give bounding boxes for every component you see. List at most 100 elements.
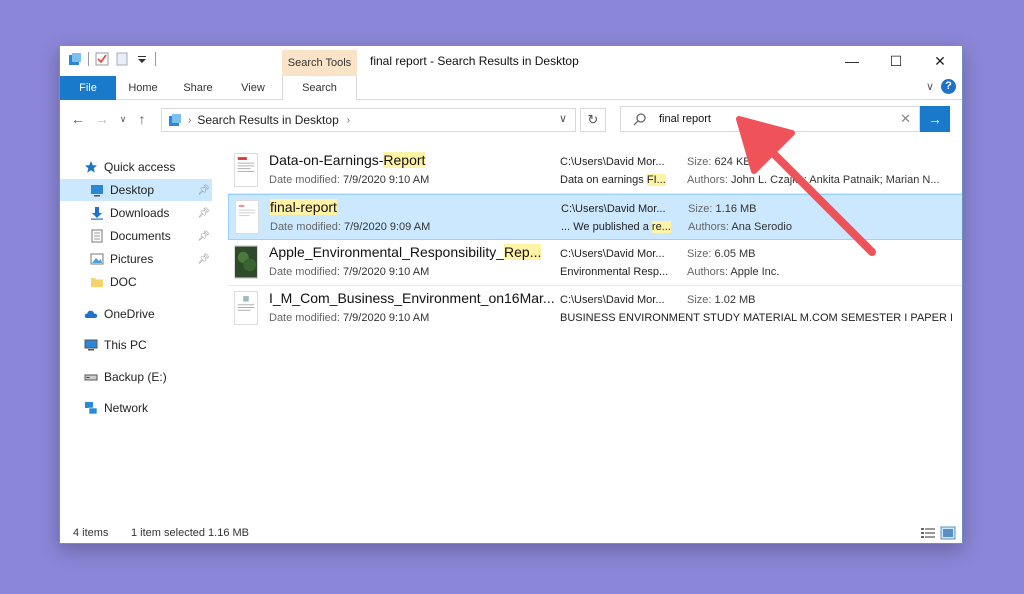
tab-home[interactable]: Home bbox=[118, 76, 168, 100]
file-name[interactable]: final-report bbox=[270, 199, 337, 215]
details-view-icon[interactable] bbox=[920, 526, 936, 540]
recent-locations-button[interactable]: ∨ bbox=[116, 108, 130, 130]
snippet-text: BUSINESS ENVIRONMENT STUDY MATERIAL M.CO… bbox=[560, 312, 952, 324]
toolbar-separator bbox=[88, 52, 89, 66]
date-value: 7/9/2020 9:10 AM bbox=[343, 174, 429, 186]
item-count: 4 items bbox=[73, 527, 108, 539]
tab-file[interactable]: File bbox=[60, 76, 116, 100]
tab-share[interactable]: Share bbox=[172, 76, 224, 100]
sidebar-item-documents[interactable]: Documents 📌︎ bbox=[60, 225, 212, 247]
file-name-text: I_M_Com_Business_Environment_on16Mar... bbox=[269, 290, 555, 306]
snippet-text: ... We published a bbox=[561, 221, 652, 233]
pin-icon[interactable]: 📌︎ bbox=[197, 208, 210, 219]
size-label: Size: bbox=[687, 156, 711, 168]
snippet-text: Data on earnings bbox=[560, 174, 647, 186]
toolbar-separator bbox=[155, 52, 156, 66]
file-authors: Authors: Apple Inc. bbox=[687, 266, 779, 278]
authors-value: John L. Czajka; Ankita Patnaik; Marian N… bbox=[731, 174, 940, 186]
content-snippet: BUSINESS ENVIRONMENT STUDY MATERIAL M.CO… bbox=[560, 312, 952, 324]
file-name[interactable]: I_M_Com_Business_Environment_on16Mar... bbox=[269, 290, 555, 306]
file-name[interactable]: Apple_Environmental_Responsibility_Rep..… bbox=[269, 244, 541, 260]
back-button[interactable]: ← bbox=[68, 108, 88, 130]
sidebar-item-doc[interactable]: DOC bbox=[60, 271, 212, 293]
date-modified: Date modified: 7/9/2020 9:10 AM bbox=[269, 266, 429, 278]
sidebar-item-network[interactable]: Network bbox=[60, 397, 212, 419]
list-item[interactable]: final-report Date modified: 7/9/2020 9:0… bbox=[228, 194, 963, 240]
list-item[interactable]: Apple_Environmental_Responsibility_Rep..… bbox=[228, 240, 963, 286]
content-snippet: Environmental Resp... bbox=[560, 266, 668, 278]
search-results-icon bbox=[168, 113, 182, 127]
date-label: Date modified: bbox=[270, 221, 341, 233]
size-label: Size: bbox=[688, 203, 712, 215]
tab-search[interactable]: Search bbox=[282, 76, 357, 100]
large-icons-view-icon[interactable] bbox=[940, 526, 956, 540]
refresh-button[interactable]: ↻ bbox=[580, 108, 606, 132]
ribbon-expand-chevron-icon[interactable]: ∨ bbox=[926, 80, 934, 93]
clear-search-icon[interactable]: ✕ bbox=[900, 111, 911, 127]
navigation-pane-scrollbar[interactable] bbox=[212, 146, 220, 516]
file-location: C:\Users\David Mor... bbox=[560, 248, 665, 260]
chevron-down-icon: ∨ bbox=[120, 114, 127, 124]
file-location: C:\Users\David Mor... bbox=[560, 156, 665, 168]
address-path[interactable]: Search Results in Desktop bbox=[197, 113, 338, 127]
minimize-button[interactable]: — bbox=[830, 46, 874, 76]
sidebar-item-label: Downloads bbox=[110, 206, 169, 220]
search-box[interactable]: final report ✕ bbox=[620, 106, 920, 132]
desktop-icon bbox=[90, 183, 104, 197]
breadcrumb-chevron-icon: › bbox=[347, 115, 350, 126]
sidebar-item-label: Backup (E:) bbox=[104, 370, 167, 384]
star-icon bbox=[84, 160, 98, 174]
size-label: Size: bbox=[687, 294, 711, 306]
list-item[interactable]: Data-on-Earnings-Report Date modified: 7… bbox=[228, 148, 963, 194]
refresh-icon: ↻ bbox=[588, 112, 599, 127]
properties-icon[interactable] bbox=[95, 52, 109, 66]
file-authors: Authors: Ana Serodio bbox=[688, 221, 792, 233]
pin-icon[interactable]: 📌︎ bbox=[197, 185, 210, 196]
list-item[interactable]: I_M_Com_Business_Environment_on16Mar... … bbox=[228, 286, 963, 332]
address-bar[interactable]: › Search Results in Desktop › ∨ bbox=[161, 108, 576, 132]
file-name[interactable]: Data-on-Earnings-Report bbox=[269, 152, 425, 168]
sidebar-item-onedrive[interactable]: OneDrive bbox=[60, 303, 212, 325]
customize-toolbar-icon[interactable] bbox=[135, 52, 149, 66]
new-folder-icon[interactable] bbox=[115, 52, 129, 66]
file-location: C:\Users\David Mor... bbox=[560, 294, 665, 306]
sidebar-item-desktop[interactable]: Desktop 📌︎ bbox=[60, 179, 212, 201]
pin-icon[interactable]: 📌︎ bbox=[197, 231, 210, 242]
sidebar-item-label: Network bbox=[104, 401, 148, 415]
authors-label: Authors: bbox=[687, 266, 728, 278]
sidebar-item-label: Documents bbox=[110, 229, 171, 243]
maximize-button[interactable]: ☐ bbox=[874, 46, 918, 76]
pdf-thumbnail-icon bbox=[234, 245, 258, 279]
file-authors: Authors: John L. Czajka; Ankita Patnaik;… bbox=[687, 174, 940, 186]
up-button[interactable]: ↑ bbox=[132, 108, 152, 130]
help-icon[interactable]: ? bbox=[941, 79, 956, 94]
search-input[interactable]: final report bbox=[659, 113, 711, 125]
sidebar-item-label: Desktop bbox=[110, 183, 154, 197]
search-match-highlight: re... bbox=[652, 221, 671, 233]
address-dropdown-icon[interactable]: ∨ bbox=[559, 112, 567, 125]
arrow-right-icon: → bbox=[928, 111, 942, 127]
forward-button[interactable]: → bbox=[92, 108, 112, 130]
download-icon bbox=[90, 206, 104, 220]
date-modified: Date modified: 7/9/2020 9:10 AM bbox=[269, 174, 429, 186]
ribbon-tabs: File Home Share View Search bbox=[60, 76, 962, 100]
sidebar-item-pictures[interactable]: Pictures 📌︎ bbox=[60, 248, 212, 270]
authors-label: Authors: bbox=[687, 174, 728, 186]
close-button[interactable]: ✕ bbox=[918, 46, 962, 76]
window-title: final report - Search Results in Desktop bbox=[370, 46, 579, 76]
pictures-icon bbox=[90, 252, 104, 266]
file-name-text: Apple_Environmental_Responsibility_ bbox=[269, 244, 504, 260]
file-name-text: Data-on-Earnings- bbox=[269, 152, 383, 168]
search-go-button[interactable]: → bbox=[920, 106, 950, 132]
sidebar-item-quick-access[interactable]: Quick access bbox=[60, 156, 212, 178]
tab-view[interactable]: View bbox=[228, 76, 278, 100]
size-value: 6.05 MB bbox=[715, 248, 756, 260]
pin-icon[interactable]: 📌︎ bbox=[197, 254, 210, 265]
sidebar-item-this-pc[interactable]: This PC bbox=[60, 334, 212, 356]
selection-info: 1 item selected 1.16 MB bbox=[131, 527, 249, 539]
search-match-highlight: Report bbox=[383, 152, 425, 168]
date-label: Date modified: bbox=[269, 174, 340, 186]
sidebar-item-backup[interactable]: Backup (E:) bbox=[60, 366, 212, 388]
file-size: Size: 6.05 MB bbox=[687, 248, 756, 260]
sidebar-item-downloads[interactable]: Downloads 📌︎ bbox=[60, 202, 212, 224]
